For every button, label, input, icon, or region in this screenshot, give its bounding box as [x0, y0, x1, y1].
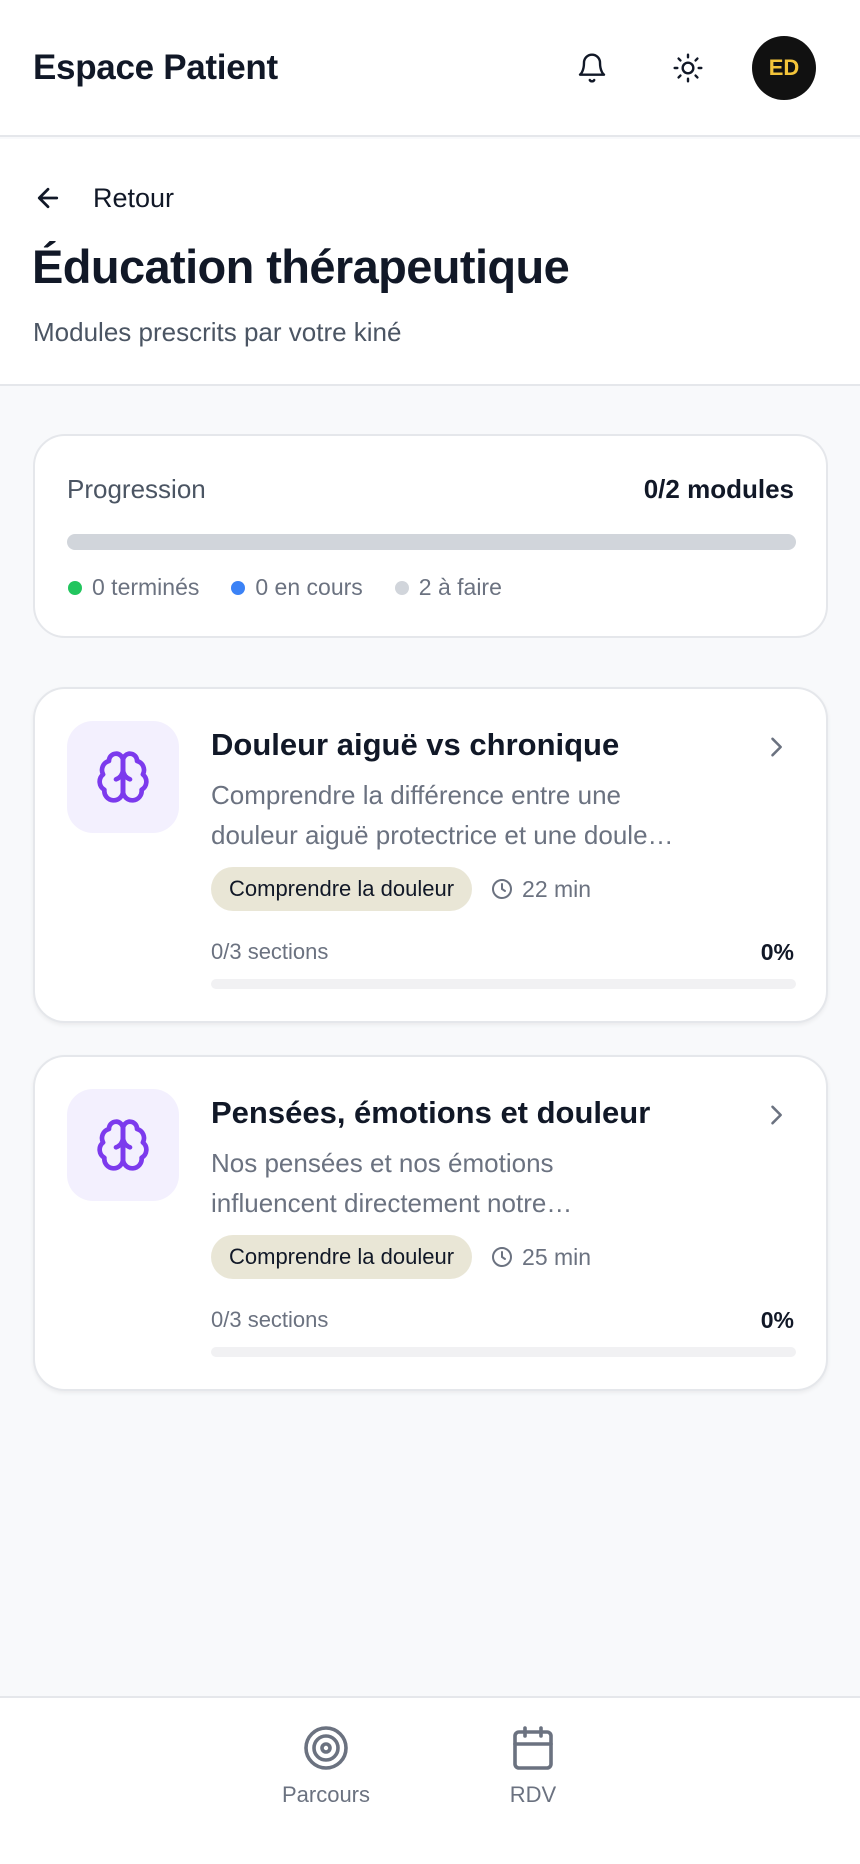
sections-count: 0/3 sections	[211, 1307, 329, 1332]
chevron-right-icon	[771, 1105, 782, 1125]
progress-bar	[67, 534, 796, 550]
legend-item-completed: 0 terminés	[68, 574, 199, 601]
sections-percent: 0%	[760, 1307, 794, 1333]
module-icon-box	[67, 1089, 179, 1201]
nav-label: RDV	[509, 1782, 557, 1807]
nav-label: Parcours	[281, 1782, 371, 1807]
clock-icon	[492, 1247, 513, 1267]
app-title: Espace Patient	[33, 47, 278, 87]
clock-icon	[492, 879, 513, 899]
page-subtitle: Modules prescrits par votre kiné	[33, 317, 402, 347]
progress-legend: 0 terminés 0 en cours 2 à faire	[68, 574, 534, 601]
brain-icon	[97, 751, 149, 803]
legend-item-in-progress: 0 en cours	[231, 574, 363, 601]
sun-icon	[673, 52, 703, 83]
module-description: Nos pensées et nos émotions influencent …	[211, 1143, 751, 1223]
module-title: Douleur aiguë vs chronique	[211, 727, 620, 762]
progress-card: Progression 0/2 modules 0 terminés 0 en …	[33, 434, 828, 638]
module-description: Comprendre la différence entre une doule…	[211, 775, 751, 855]
module-progress-bar	[211, 1347, 796, 1357]
module-description-line: influencent directement notre…	[211, 1188, 573, 1218]
target-icon	[304, 1726, 348, 1770]
header-actions: ED	[560, 35, 816, 100]
duration-label: 22 min	[522, 875, 592, 902]
progress-label: Progression	[67, 474, 206, 504]
notifications-button[interactable]	[560, 36, 624, 100]
module-progress-bar	[211, 979, 796, 989]
module-icon-box	[67, 721, 179, 833]
module-description-line: douleur aiguë protectrice et une doule…	[211, 820, 674, 850]
duration-label: 25 min	[522, 1243, 592, 1270]
module-duration: 22 min	[490, 876, 591, 903]
module-description-line: Comprendre la différence entre une	[211, 780, 621, 810]
module-card[interactable]: Douleur aiguë vs chronique Comprendre la…	[33, 687, 828, 1023]
title-section: Retour Éducation thérapeutique Modules p…	[0, 139, 860, 386]
module-meta: Comprendre la douleur 25 min	[211, 1235, 591, 1279]
module-title: Pensées, émotions et douleur	[211, 1095, 651, 1130]
arrow-left-icon	[37, 187, 59, 209]
module-meta: Comprendre la douleur 22 min	[211, 867, 591, 911]
chevron-right-icon	[771, 737, 782, 757]
legend-dot	[231, 580, 246, 595]
progress-count: 0/2 modules	[643, 474, 794, 504]
page-title: Éducation thérapeutique	[32, 240, 570, 293]
calendar-icon	[513, 1726, 553, 1770]
avatar[interactable]: ED	[752, 35, 816, 100]
legend-label: 2 à faire	[418, 574, 502, 600]
category-tag: Comprendre la douleur	[211, 867, 473, 911]
sections-percent: 0%	[760, 939, 794, 965]
bottom-nav: Parcours RDV	[0, 1696, 860, 1864]
sections-count: 0/3 sections	[211, 939, 329, 964]
legend-label: 0 en cours	[255, 574, 363, 600]
theme-toggle-button[interactable]	[656, 36, 720, 100]
module-duration: 25 min	[490, 1244, 591, 1271]
category-tag: Comprendre la douleur	[211, 1235, 473, 1279]
nav-item-parcours[interactable]: Parcours	[266, 1724, 386, 1824]
back-link[interactable]: Retour	[33, 173, 174, 223]
legend-label: 0 terminés	[92, 574, 200, 600]
app-header: Espace Patient ED	[0, 0, 860, 137]
legend-dot	[68, 580, 82, 595]
module-card[interactable]: Pensées, émotions et douleur Nos pensées…	[33, 1055, 828, 1391]
bell-icon	[578, 53, 606, 82]
brain-icon	[97, 1119, 149, 1171]
legend-dot	[394, 580, 409, 595]
module-description-line: Nos pensées et nos émotions	[211, 1148, 554, 1178]
legend-item-todo: 2 à faire	[394, 574, 502, 601]
nav-item-rdv[interactable]: RDV	[473, 1724, 593, 1824]
back-label: Retour	[93, 182, 175, 213]
